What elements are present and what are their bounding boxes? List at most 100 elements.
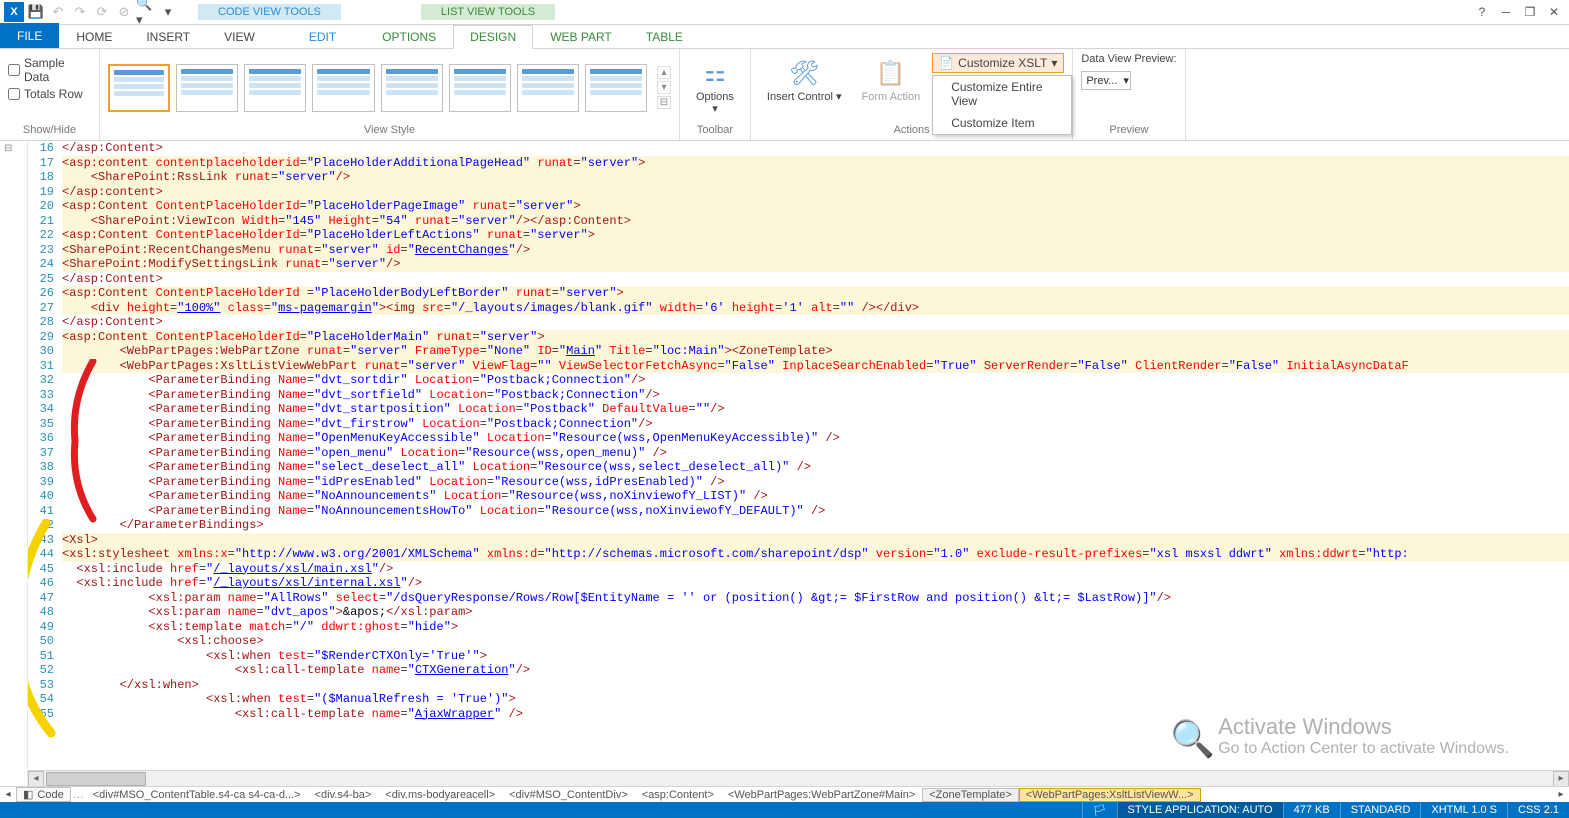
gallery-up-icon[interactable]: ▴ bbox=[657, 66, 671, 79]
totals-row-checkbox[interactable]: Totals Row bbox=[8, 87, 91, 101]
tab-insert[interactable]: INSERT bbox=[129, 25, 207, 48]
bc-item-active[interactable]: <WebPartPages:XsltListViewW...> bbox=[1019, 788, 1201, 802]
code-line[interactable]: 32 <ParameterBinding Name="dvt_sortdir" … bbox=[28, 373, 1569, 388]
code-editor[interactable]: 16</asp:Content>17<asp:content contentpl… bbox=[28, 141, 1569, 786]
undo-icon[interactable]: ↶ bbox=[48, 2, 68, 22]
save-icon[interactable]: 💾 bbox=[26, 2, 46, 22]
refresh-icon[interactable]: ⟳ bbox=[92, 2, 112, 22]
bc-right-icon[interactable]: ▸ bbox=[1553, 787, 1569, 803]
code-line[interactable]: 39 <ParameterBinding Name="idPresEnabled… bbox=[28, 475, 1569, 490]
code-line[interactable]: 54 <xsl:when test="($ManualRefresh = 'Tr… bbox=[28, 692, 1569, 707]
code-line[interactable]: 33 <ParameterBinding Name="dvt_sortfield… bbox=[28, 388, 1569, 403]
preview-dropdown-icon[interactable]: 🔍▾ bbox=[136, 2, 156, 22]
bc-item[interactable]: <div.s4-ba> bbox=[308, 788, 379, 802]
code-line[interactable]: 23<SharePoint:RecentChangesMenu runat="s… bbox=[28, 243, 1569, 258]
code-line[interactable]: 28</asp:Content> bbox=[28, 315, 1569, 330]
code-line[interactable]: 46 <xsl:include href="/_layouts/xsl/inte… bbox=[28, 576, 1569, 591]
bc-item[interactable]: <div.ms-bodyareacell> bbox=[378, 788, 502, 802]
view-style-1[interactable] bbox=[108, 64, 170, 112]
gallery-down-icon[interactable]: ▾ bbox=[657, 81, 671, 94]
view-style-5[interactable] bbox=[381, 64, 443, 112]
redo-icon[interactable]: ↷ bbox=[70, 2, 90, 22]
code-line[interactable]: 19</asp:content> bbox=[28, 185, 1569, 200]
code-line[interactable]: 27 <div height="100%" class="ms-pagemarg… bbox=[28, 301, 1569, 316]
view-style-2[interactable] bbox=[176, 64, 238, 112]
bc-left-icon[interactable]: ◂ bbox=[0, 787, 16, 803]
code-line[interactable]: 37 <ParameterBinding Name="open_menu" Lo… bbox=[28, 446, 1569, 461]
status-xhtml[interactable]: XHTML 1.0 S bbox=[1420, 802, 1507, 818]
code-line[interactable]: 17<asp:content contentplaceholderid="Pla… bbox=[28, 156, 1569, 171]
bc-code-mode[interactable]: ◧Code bbox=[16, 787, 71, 802]
scroll-right-icon[interactable]: ▸ bbox=[1553, 771, 1569, 787]
code-line[interactable]: 51 <xsl:when test="$RenderCTXOnly='True'… bbox=[28, 649, 1569, 664]
code-line[interactable]: 31 <WebPartPages:XsltListViewWebPart run… bbox=[28, 359, 1569, 374]
view-style-8[interactable] bbox=[585, 64, 647, 112]
tab-design[interactable]: DESIGN bbox=[453, 25, 533, 49]
code-line[interactable]: 49 <xsl:template match="/" ddwrt:ghost="… bbox=[28, 620, 1569, 635]
sample-data-checkbox[interactable]: Sample Data bbox=[8, 56, 91, 84]
code-line[interactable]: 41 <ParameterBinding Name="NoAnnouncemen… bbox=[28, 504, 1569, 519]
qat-customize-icon[interactable]: ▾ bbox=[158, 2, 178, 22]
code-line[interactable]: 29<asp:Content ContentPlaceHolderId="Pla… bbox=[28, 330, 1569, 345]
code-line[interactable]: 30 <WebPartPages:WebPartZone runat="serv… bbox=[28, 344, 1569, 359]
menu-customize-item[interactable]: Customize Item bbox=[933, 112, 1071, 134]
bc-item[interactable]: <div#MSO_ContentTable.s4-ca s4-ca-d...> bbox=[86, 788, 308, 802]
code-line[interactable]: 53 </xsl:when> bbox=[28, 678, 1569, 693]
view-style-4[interactable] bbox=[312, 64, 374, 112]
code-line[interactable]: 21 <SharePoint:ViewIcon Width="145" Heig… bbox=[28, 214, 1569, 229]
status-style-app[interactable]: STYLE APPLICATION: AUTO bbox=[1117, 802, 1283, 818]
code-line[interactable]: 38 <ParameterBinding Name="select_desele… bbox=[28, 460, 1569, 475]
tab-options[interactable]: OPTIONS bbox=[365, 25, 453, 48]
code-line[interactable]: 42 </ParameterBindings> bbox=[28, 518, 1569, 533]
tab-home[interactable]: HOME bbox=[59, 25, 129, 48]
tab-view[interactable]: VIEW bbox=[207, 25, 272, 48]
tab-table[interactable]: TABLE bbox=[629, 25, 700, 48]
stop-icon[interactable]: ⊘ bbox=[114, 2, 134, 22]
code-line[interactable]: 48 <xsl:param name="dvt_apos">&apos;</xs… bbox=[28, 605, 1569, 620]
customize-xslt-button[interactable]: 📄 Customize XSLT ▾ bbox=[932, 53, 1064, 73]
code-line[interactable]: 20<asp:Content ContentPlaceHolderId="Pla… bbox=[28, 199, 1569, 214]
help-icon[interactable]: ? bbox=[1471, 2, 1493, 22]
code-line[interactable]: 47 <xsl:param name="AllRows" select="/ds… bbox=[28, 591, 1569, 606]
code-line[interactable]: 35 <ParameterBinding Name="dvt_firstrow"… bbox=[28, 417, 1569, 432]
code-line[interactable]: 36 <ParameterBinding Name="OpenMenuKeyAc… bbox=[28, 431, 1569, 446]
status-css[interactable]: CSS 2.1 bbox=[1507, 802, 1569, 818]
app-icon[interactable]: X bbox=[4, 2, 24, 22]
bc-item[interactable]: <div#MSO_ContentDiv> bbox=[502, 788, 635, 802]
code-line[interactable]: 22<asp:Content ContentPlaceHolderId="Pla… bbox=[28, 228, 1569, 243]
bc-item[interactable]: <asp:Content> bbox=[635, 788, 721, 802]
close-icon[interactable]: ✕ bbox=[1543, 2, 1565, 22]
tab-webpart[interactable]: WEB PART bbox=[533, 25, 629, 48]
bc-item[interactable]: <ZoneTemplate> bbox=[922, 788, 1019, 802]
gallery-more-icon[interactable]: ⊟ bbox=[657, 96, 671, 109]
bc-item[interactable]: <WebPartPages:WebPartZone#Main> bbox=[721, 788, 922, 802]
tab-edit[interactable]: EDIT bbox=[292, 25, 353, 48]
options-button[interactable]: ⚏ Options▾ bbox=[688, 53, 742, 119]
code-line[interactable]: 26<asp:Content ContentPlaceHolderId ="Pl… bbox=[28, 286, 1569, 301]
scroll-thumb[interactable] bbox=[46, 772, 146, 786]
restore-icon[interactable]: ❐ bbox=[1519, 2, 1541, 22]
minimize-icon[interactable]: ─ bbox=[1495, 2, 1517, 22]
code-line[interactable]: 43<Xsl> bbox=[28, 533, 1569, 548]
view-style-7[interactable] bbox=[517, 64, 579, 112]
code-line[interactable]: 25</asp:Content> bbox=[28, 272, 1569, 287]
code-line[interactable]: 44<xsl:stylesheet xmlns:x="http://www.w3… bbox=[28, 547, 1569, 562]
status-errors-icon[interactable]: 🏳 bbox=[1082, 802, 1117, 818]
code-line[interactable]: 18 <SharePoint:RssLink runat="server"/> bbox=[28, 170, 1569, 185]
scroll-left-icon[interactable]: ◂ bbox=[28, 771, 44, 787]
menu-customize-entire-view[interactable]: Customize Entire View bbox=[933, 76, 1071, 112]
horizontal-scrollbar[interactable]: ◂ ▸ bbox=[28, 770, 1569, 786]
code-line[interactable]: 55 <xsl:call-template name="AjaxWrapper"… bbox=[28, 707, 1569, 722]
insert-control-button[interactable]: 🛠 Insert Control ▾ bbox=[759, 53, 850, 107]
view-style-6[interactable] bbox=[449, 64, 511, 112]
tab-file[interactable]: FILE bbox=[0, 23, 59, 48]
code-line[interactable]: 40 <ParameterBinding Name="NoAnnouncemen… bbox=[28, 489, 1569, 504]
code-line[interactable]: 34 <ParameterBinding Name="dvt_startposi… bbox=[28, 402, 1569, 417]
code-line[interactable]: 45 <xsl:include href="/_layouts/xsl/main… bbox=[28, 562, 1569, 577]
preview-combo[interactable]: Prev...▾ bbox=[1081, 71, 1131, 90]
code-line[interactable]: 16</asp:Content> bbox=[28, 141, 1569, 156]
code-line[interactable]: 52 <xsl:call-template name="CTXGeneratio… bbox=[28, 663, 1569, 678]
view-style-3[interactable] bbox=[244, 64, 306, 112]
code-line[interactable]: 50 <xsl:choose> bbox=[28, 634, 1569, 649]
code-line[interactable]: 24<SharePoint:ModifySettingsLink runat="… bbox=[28, 257, 1569, 272]
